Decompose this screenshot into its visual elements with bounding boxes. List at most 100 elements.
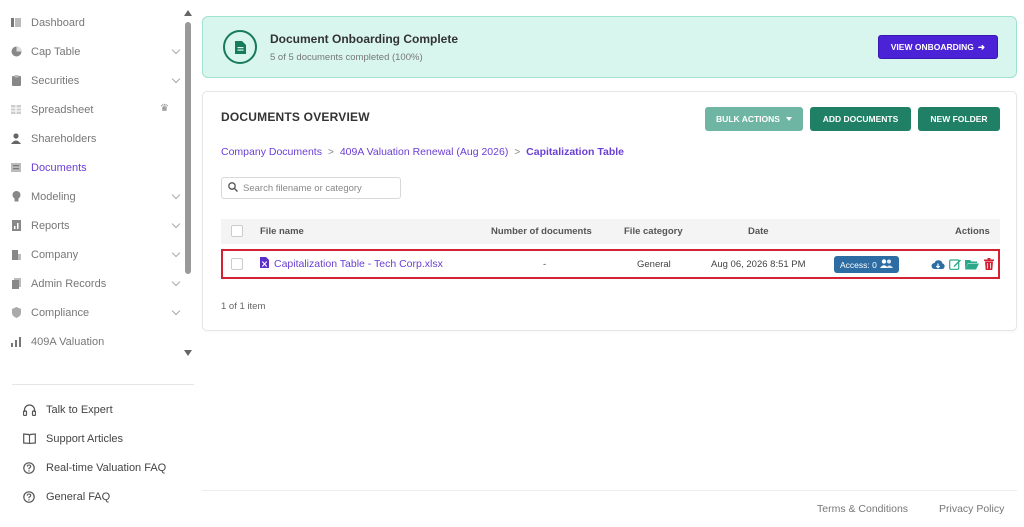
help-item-real-time-valuation-faq[interactable]: Real-time Valuation FAQ [22, 453, 166, 482]
scrollbar-thumb[interactable] [185, 22, 191, 274]
sidebar-item-cap-table[interactable]: Cap Table [10, 37, 185, 66]
trash-icon[interactable] [982, 257, 996, 271]
sidebar-item-reports[interactable]: Reports [10, 211, 185, 240]
report-icon [10, 220, 22, 232]
page-title: DOCUMENTS OVERVIEW [221, 110, 370, 124]
help-item-label: Talk to Expert [46, 403, 113, 416]
search-box [221, 177, 401, 199]
table-header: File name Number of documents File categ… [221, 219, 1000, 244]
cell-file-category: General [637, 259, 671, 270]
access-label: Access: 0 [840, 259, 877, 270]
question-circle-icon [22, 490, 36, 504]
terms-link[interactable]: Terms & Conditions [817, 503, 908, 515]
column-header-date: Date [748, 226, 769, 237]
folder-open-icon[interactable] [965, 257, 979, 271]
file-name-link[interactable]: Capitalization Table - Tech Corp.xlsx [260, 257, 443, 271]
sidebar-scrollbar[interactable] [184, 10, 192, 360]
file-name-text: Capitalization Table - Tech Corp.xlsx [274, 258, 443, 270]
sidebar-item-label: Admin Records [31, 277, 107, 290]
arrow-right-icon: ➜ [977, 41, 985, 52]
sidebar-item-documents[interactable]: Documents [10, 153, 185, 182]
help-item-general-faq[interactable]: General FAQ [22, 482, 166, 511]
view-onboarding-button[interactable]: VIEW ONBOARDING ➜ [877, 35, 998, 59]
scroll-down-arrow-icon[interactable] [184, 350, 192, 356]
row-checkbox[interactable] [231, 258, 243, 270]
documents-overview-card: DOCUMENTS OVERVIEW BULK ACTIONS ADD DOCU… [202, 91, 1017, 331]
sidebar-divider [12, 384, 194, 385]
sidebar-item-label: Securities [31, 74, 80, 87]
bar-chart-icon [10, 336, 22, 348]
sidebar-item-company[interactable]: Company [10, 240, 185, 269]
lightbulb-icon [10, 191, 22, 203]
help-item-label: Support Articles [46, 432, 124, 445]
bulk-actions-button[interactable]: BULK ACTIONS [705, 107, 803, 131]
sidebar-item-label: Modeling [31, 190, 76, 203]
crown-icon: ♛ [160, 103, 169, 114]
chevron-down-icon [171, 45, 181, 55]
search-icon [228, 179, 238, 197]
shield-icon [10, 307, 22, 319]
documents-icon [10, 162, 22, 174]
sidebar-item-admin-records[interactable]: Admin Records [10, 269, 185, 298]
sidebar-item-dashboard[interactable]: Dashboard [10, 8, 185, 37]
cell-date: Aug 06, 2026 8:51 PM [711, 259, 806, 270]
caret-down-icon [785, 117, 792, 121]
sidebar-item-label: Cap Table [31, 45, 81, 58]
chevron-down-icon [171, 277, 181, 287]
pagination-count: 1 of 1 item [221, 301, 266, 312]
headset-icon [22, 403, 36, 417]
table-row[interactable]: Capitalization Table - Tech Corp.xlsx - … [221, 249, 1000, 279]
person-icon [10, 133, 22, 145]
banner-subtitle: 5 of 5 documents completed (100%) [270, 52, 423, 63]
access-badge[interactable]: Access: 0 [834, 256, 899, 273]
select-all-checkbox[interactable] [231, 225, 243, 237]
sidebar-item-label: Dashboard [31, 16, 85, 29]
add-documents-button[interactable]: ADD DOCUMENTS [810, 107, 911, 131]
sidebar-item-label: 409A Valuation [31, 335, 105, 348]
sidebar-item-spreadsheet[interactable]: Spreadsheet ♛ [10, 95, 185, 124]
help-item-label: Real-time Valuation FAQ [46, 461, 167, 474]
chevron-down-icon [171, 306, 181, 316]
breadcrumb-separator-icon: > [514, 146, 521, 158]
new-folder-button[interactable]: NEW FOLDER [918, 107, 1000, 131]
question-circle-icon [22, 461, 36, 475]
sidebar-item-compliance[interactable]: Compliance [10, 298, 185, 327]
footer-divider [202, 490, 1017, 491]
help-links: Talk to Expert Support Articles Real-tim… [22, 395, 166, 511]
help-item-talk-to-expert[interactable]: Talk to Expert [22, 395, 166, 424]
privacy-link[interactable]: Privacy Policy [939, 503, 1004, 515]
breadcrumb-current: Capitalization Table [526, 146, 624, 158]
sidebar-item-label: Reports [31, 219, 70, 232]
bulk-actions-label: BULK ACTIONS [716, 114, 780, 124]
scroll-up-arrow-icon[interactable] [184, 10, 192, 16]
view-onboarding-label: VIEW ONBOARDING [890, 42, 974, 52]
column-header-file-name: File name [260, 226, 304, 237]
column-header-actions: Actions [955, 226, 990, 237]
dashboard-icon [10, 17, 22, 29]
chevron-down-icon [171, 248, 181, 258]
breadcrumb-409a-valuation-renewal[interactable]: 409A Valuation Renewal (Aug 2026) [340, 146, 509, 158]
sidebar: Dashboard Cap Table Securities Spreadshe… [0, 0, 195, 527]
banner-title: Document Onboarding Complete [270, 32, 459, 46]
grid-icon [10, 104, 22, 116]
book-icon [22, 432, 36, 446]
breadcrumb-company-documents[interactable]: Company Documents [221, 146, 322, 158]
search-input[interactable] [243, 182, 393, 194]
cloud-download-icon[interactable] [931, 257, 945, 271]
chevron-down-icon [171, 219, 181, 229]
building-icon [10, 249, 22, 261]
pie-chart-icon [10, 46, 22, 58]
sidebar-item-label: Shareholders [31, 132, 97, 145]
sidebar-item-409a-valuation[interactable]: 409A Valuation [10, 327, 185, 356]
sidebar-item-securities[interactable]: Securities [10, 66, 185, 95]
chevron-down-icon [171, 190, 181, 200]
sidebar-item-label: Documents [31, 161, 87, 174]
sidebar-item-shareholders[interactable]: Shareholders [10, 124, 185, 153]
sidebar-item-label: Company [31, 248, 79, 261]
help-item-support-articles[interactable]: Support Articles [22, 424, 166, 453]
sidebar-item-modeling[interactable]: Modeling [10, 182, 185, 211]
cell-number-of-documents: - [543, 259, 547, 270]
sidebar-item-label: Spreadsheet [31, 103, 94, 116]
edit-icon[interactable] [948, 257, 962, 271]
excel-file-icon [260, 257, 269, 271]
